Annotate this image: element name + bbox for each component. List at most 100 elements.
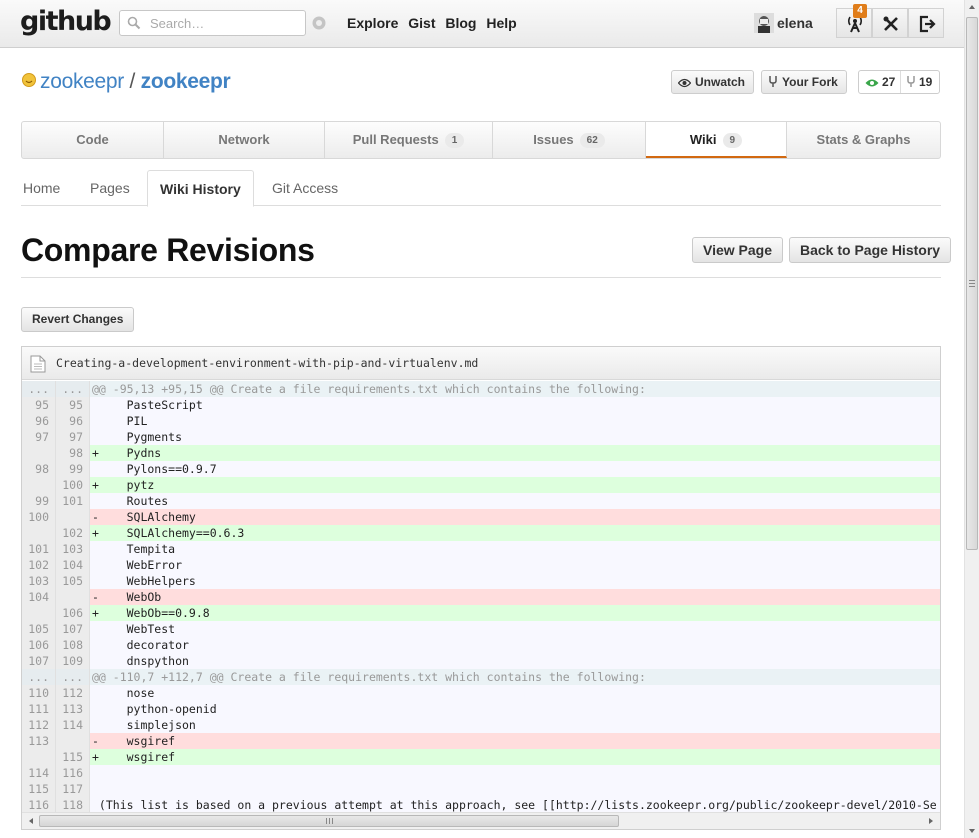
old-line-number: 99 [22,493,56,509]
diff-line-code [90,781,940,797]
diff-hunk-header: ...... @@ -95,13 +95,15 @@ Create a file … [22,381,940,397]
old-line-number: 103 [22,573,56,589]
scroll-up-arrow-icon[interactable] [965,0,979,15]
nav-blog[interactable]: Blog [445,15,476,31]
subtab-git-access[interactable]: Git Access [272,170,338,206]
watchers-count[interactable]: 27 [865,71,895,93]
fork-icon [769,76,777,87]
scroll-left-arrow-icon[interactable] [26,816,36,826]
tab-network[interactable]: Network [164,122,325,158]
diff-line-code: - WebOb [90,589,940,605]
revert-changes-button[interactable]: Revert Changes [21,307,135,332]
diff-line-code: WebTest [90,621,940,637]
new-line-number: 97 [56,429,90,445]
diff-line-removed: 113 - wsgiref [22,733,940,749]
horizontal-scrollbar-thumb[interactable] [39,815,619,827]
subtab-wiki-history[interactable]: Wiki History [147,170,254,207]
subtab-home[interactable]: Home [23,170,60,206]
new-line-number: 103 [56,541,90,557]
tab-label: Issues [533,132,574,147]
repo-separator: / [129,70,136,93]
old-line-number [22,525,56,541]
repo-name-link[interactable]: zookeepr [141,70,231,93]
your-fork-button[interactable]: Your Fork [761,70,847,94]
new-line-number [56,509,90,525]
wiki-subnav: Home Pages Wiki History Git Access [21,170,941,207]
user-menu[interactable]: elena [754,13,813,33]
tab-pull-requests[interactable]: Pull Requests 1 [325,122,493,158]
new-line-number: 112 [56,685,90,701]
old-line-number: 116 [22,797,56,812]
unwatch-label: Unwatch [695,75,746,89]
diff-line-code: nose [90,685,940,701]
advanced-search-gear-icon[interactable] [311,15,327,31]
search-input[interactable] [148,14,298,32]
subtab-pages[interactable]: Pages [90,170,130,206]
old-line-number: 98 [22,461,56,477]
eye-icon [677,78,692,88]
nav-gist[interactable]: Gist [408,15,435,31]
scroll-down-arrow-icon[interactable] [965,823,979,838]
diff-line-code: dnspython [90,653,940,669]
tab-wiki[interactable]: Wiki 9 [646,122,787,158]
old-line-number: 105 [22,621,56,637]
unwatch-button[interactable]: Unwatch [671,70,755,94]
diff-filename: Creating-a-development-environment-with-… [56,356,479,370]
old-line-number: 96 [22,413,56,429]
old-line-number: 111 [22,701,56,717]
old-line-number: 97 [22,429,56,445]
scrollbar-thumb[interactable] [966,17,978,550]
tab-issues[interactable]: Issues 62 [493,122,646,158]
diff-line-context: 103 105 WebHelpers [22,573,940,589]
diff-line-context: 102 104 WebError [22,557,940,573]
diff-horizontal-scrollbar[interactable] [22,812,940,829]
old-line-number [22,477,56,493]
diff-line-context: 99 101 Routes [22,493,940,509]
account-settings-button[interactable] [872,8,908,38]
back-to-page-history-button[interactable]: Back to Page History [789,237,952,263]
diff-line-context: 96 96 PIL [22,413,940,429]
search-box[interactable] [119,10,306,36]
tab-code[interactable]: Code [22,122,164,158]
new-line-number: 102 [56,525,90,541]
new-line-number: 108 [56,637,90,653]
diff-line-code: decorator [90,637,940,653]
diff-line-added: 98 + Pydns [22,445,940,461]
new-line-number: 95 [56,397,90,413]
tab-stats-graphs[interactable]: Stats & Graphs [787,122,940,158]
diff-line-code: Pylons==0.9.7 [90,461,940,477]
nav-help[interactable]: Help [486,15,516,31]
diff-line-code: PIL [90,413,940,429]
avatar [754,13,774,33]
wiki-count: 9 [722,133,743,148]
scroll-right-arrow-icon[interactable] [926,816,936,826]
search-icon [127,16,141,30]
new-line-number: 115 [56,749,90,765]
new-line-number: 118 [56,797,90,812]
nav-explore[interactable]: Explore [347,15,398,31]
repo-tabs: Code Network Pull Requests 1 Issues 62 Wik… [21,121,941,159]
diff-line-code: simplejson [90,717,940,733]
github-logo[interactable]: github [20,6,112,37]
sign-out-button[interactable] [908,8,944,38]
diff-line-context: 106 108 decorator [22,637,940,653]
repo-owner-link[interactable]: zookeepr [40,70,124,93]
diff-line-code: + SQLAlchemy==0.6.3 [90,525,940,541]
repo-stats: 27 19 [858,70,940,94]
diff-line-code: python-openid [90,701,940,717]
diff-hunk-header: ...... @@ -110,7 +112,7 @@ Create a file … [22,669,940,685]
diff-line-context: 112 114 simplejson [22,717,940,733]
diff-line-code: (This list is based on a previous attemp… [90,797,940,812]
forks-count[interactable]: 19 [906,71,932,93]
page-vertical-scrollbar[interactable] [964,0,979,838]
diff-line-code: PasteScript [90,397,940,413]
old-line-number: 114 [22,765,56,781]
username[interactable]: elena [777,15,813,31]
new-line-number: 104 [56,557,90,573]
diff-line-code: + wsgiref [90,749,940,765]
view-page-button[interactable]: View Page [692,237,784,263]
diff-line-added: 100 + pytz [22,477,940,493]
diff-lines: ...... @@ -95,13 +95,15 @@ Create a file … [22,381,940,812]
diff-line-context: 114 116 [22,765,940,781]
diff-line-code: + pytz [90,477,940,493]
